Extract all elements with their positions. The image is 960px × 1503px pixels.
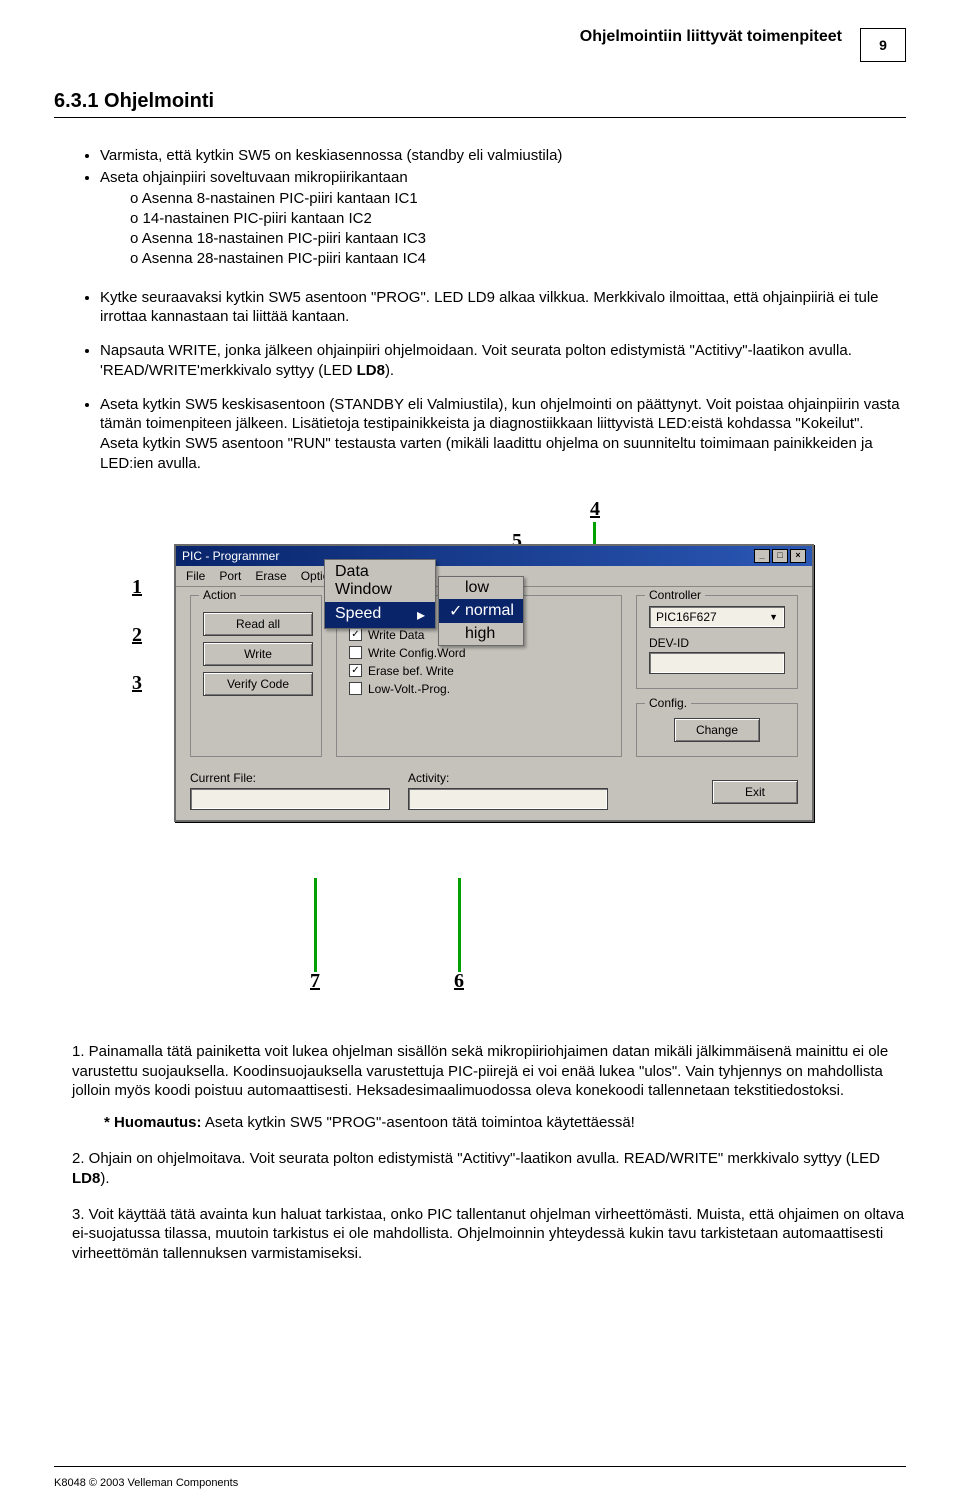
opt-erase-before-write[interactable]: ✓Erase bef. Write	[349, 664, 609, 678]
callout-1: 1	[132, 576, 142, 599]
menu-port[interactable]: Port	[219, 569, 241, 583]
speed-high[interactable]: high	[439, 623, 523, 645]
menu-file[interactable]: File	[186, 569, 205, 583]
maximize-button[interactable]: □	[772, 549, 788, 563]
verify-code-button[interactable]: Verify Code	[203, 672, 313, 696]
prep-list: Varmista, että kytkin SW5 on keskiasenno…	[54, 146, 906, 270]
chevron-down-icon: ▼	[769, 612, 778, 622]
devid-label: DEV-ID	[649, 636, 785, 650]
current-file-field	[190, 788, 390, 810]
current-file-label: Current File:	[190, 771, 390, 785]
opt-write-config[interactable]: Write Config.Word	[349, 646, 609, 660]
activity-field-wrap: Activity:	[408, 771, 608, 810]
callout-2: 2	[132, 624, 142, 647]
section-heading: 6.3.1 Ohjelmointi	[54, 90, 906, 113]
instruction-list: Kytke seuraavaksi kytkin SW5 asentoon "P…	[54, 288, 906, 474]
sub-item: Asenna 28-nastainen PIC-piiri kantaan IC…	[130, 249, 906, 269]
dropdown-data-window[interactable]: Data Window	[325, 560, 435, 602]
numbered-notes: 1. Painamalla tätä painiketta voit lukea…	[54, 1042, 906, 1264]
callout-3: 3	[132, 672, 142, 695]
callout-6: 6	[454, 970, 464, 993]
sub-item: Asenna 18-nastainen PIC-piiri kantaan IC…	[130, 229, 906, 249]
prep-item: Aseta ohjainpiiri soveltuvaan mikropiiri…	[100, 168, 906, 269]
section-rule	[54, 117, 906, 118]
programmer-figure: 4 1 2 3 5 6 7 PIC - Programmer _ □ × Fil…	[120, 498, 840, 998]
socket-sublist: Asenna 8-nastainen PIC-piiri kantaan IC1…	[100, 189, 906, 270]
speed-submenu: low ✓normal high	[438, 576, 524, 646]
checkbox-icon: ✓	[349, 628, 362, 641]
close-button[interactable]: ×	[790, 549, 806, 563]
write-button[interactable]: Write	[203, 642, 313, 666]
checkbox-icon: ✓	[349, 664, 362, 677]
options-dropdown: Data Window Speed▸	[324, 559, 436, 629]
window-controls: _ □ ×	[754, 549, 806, 563]
note-item: 1. Painamalla tätä painiketta voit lukea…	[72, 1042, 906, 1133]
note-item: 3. Voit käyttää tätä avainta kun haluat …	[72, 1205, 906, 1264]
instruction-item: Aseta kytkin SW5 keskisasentoon (STANDBY…	[100, 395, 906, 474]
titlebar[interactable]: PIC - Programmer _ □ ×	[176, 546, 812, 566]
footer-rule	[54, 1466, 906, 1467]
window-title: PIC - Programmer	[182, 549, 279, 563]
sub-item: Asenna 8-nastainen PIC-piiri kantaan IC1	[130, 189, 906, 209]
controller-group: Controller PIC16F627 ▼ DEV-ID	[636, 595, 798, 689]
action-group: Action Read all Write Verify Code	[190, 595, 322, 757]
config-group-title: Config.	[645, 696, 691, 710]
footer-text: K8048 © 2003 Velleman Components	[54, 1477, 238, 1489]
arrow-line	[458, 878, 461, 972]
callout-4: 4	[590, 498, 600, 521]
speed-low[interactable]: low	[439, 577, 523, 599]
checkbox-icon	[349, 682, 362, 695]
controller-group-title: Controller	[645, 588, 705, 602]
note-remark: * Huomautus: Aseta kytkin SW5 "PROG"-ase…	[72, 1113, 906, 1133]
change-button[interactable]: Change	[674, 718, 760, 742]
exit-button[interactable]: Exit	[712, 780, 798, 804]
callout-7: 7	[310, 970, 320, 993]
instruction-item: Napsauta WRITE, jonka jälkeen ohjainpiir…	[100, 341, 906, 381]
check-icon: ✓	[449, 601, 459, 621]
page-header: Ohjelmointiin liittyvät toimenpiteet 9	[54, 28, 906, 62]
dropdown-speed[interactable]: Speed▸	[325, 602, 435, 628]
current-file-field-wrap: Current File:	[190, 771, 390, 810]
page-number-box: 9	[860, 28, 906, 62]
action-group-title: Action	[199, 588, 240, 602]
sub-item: 14-nastainen PIC-piiri kantaan IC2	[130, 209, 906, 229]
header-title: Ohjelmointiin liittyvät toimenpiteet	[580, 28, 842, 46]
right-column: Controller PIC16F627 ▼ DEV-ID Config. Ch…	[636, 595, 798, 757]
checkbox-icon	[349, 646, 362, 659]
minimize-button[interactable]: _	[754, 549, 770, 563]
opt-low-volt-prog[interactable]: Low-Volt.-Prog.	[349, 682, 609, 696]
bottom-row: Current File: Activity: Exit	[176, 771, 812, 820]
read-all-button[interactable]: Read all	[203, 612, 313, 636]
devid-field	[649, 652, 785, 674]
page-number: 9	[879, 37, 887, 53]
config-group: Config. Change	[636, 703, 798, 757]
activity-label: Activity:	[408, 771, 608, 785]
note-item: 2. Ohjain on ohjelmoitava. Voit seurata …	[72, 1149, 906, 1189]
chevron-right-icon: ▸	[417, 605, 425, 625]
prep-item: Varmista, että kytkin SW5 on keskiasenno…	[100, 146, 906, 166]
menu-erase[interactable]: Erase	[255, 569, 286, 583]
activity-field	[408, 788, 608, 810]
speed-normal[interactable]: ✓normal	[439, 599, 523, 623]
controller-select[interactable]: PIC16F627 ▼	[649, 606, 785, 628]
instruction-item: Kytke seuraavaksi kytkin SW5 asentoon "P…	[100, 288, 906, 328]
arrow-line	[314, 878, 317, 972]
